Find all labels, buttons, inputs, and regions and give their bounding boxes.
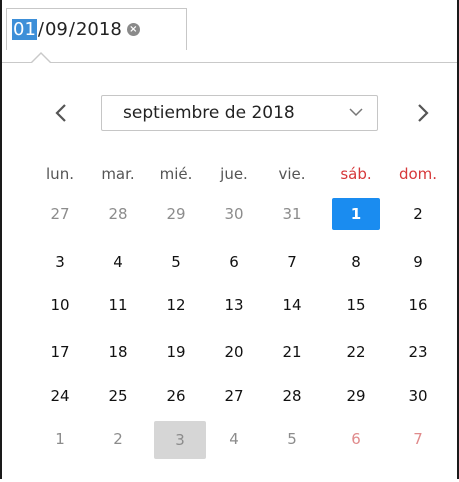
date-input[interactable]: 01 / 09 / 2018 × <box>6 8 187 50</box>
calendar-day[interactable]: 21 <box>268 336 316 368</box>
calendar-day[interactable]: 19 <box>152 336 200 368</box>
calendar-day[interactable]: 20 <box>210 336 258 368</box>
date-year-segment[interactable]: 2018 <box>76 19 122 40</box>
calendar-day[interactable]: 5 <box>152 246 200 278</box>
chevron-down-icon <box>349 108 363 117</box>
calendar-day-selected[interactable]: 1 <box>332 198 380 230</box>
calendar-day[interactable]: 15 <box>332 289 380 321</box>
calendar-day[interactable]: 6 <box>332 423 380 455</box>
calendar-day[interactable]: 17 <box>36 336 84 368</box>
weekday-header: mié. <box>159 165 193 183</box>
calendar-day[interactable]: 3 <box>36 246 84 278</box>
calendar-day[interactable]: 18 <box>94 336 142 368</box>
month-year-select[interactable]: septiembre de 2018 <box>101 95 378 131</box>
calendar-day[interactable]: 1 <box>36 423 84 455</box>
calendar-day[interactable]: 4 <box>94 246 142 278</box>
calendar-day[interactable]: 6 <box>210 246 258 278</box>
next-month-button[interactable] <box>408 96 438 130</box>
date-separator: / <box>37 19 44 40</box>
calendar-day[interactable]: 9 <box>394 246 442 278</box>
calendar-day[interactable]: 7 <box>268 246 316 278</box>
calendar-day[interactable]: 22 <box>332 336 380 368</box>
calendar-day[interactable]: 16 <box>394 289 442 321</box>
calendar-day[interactable]: 14 <box>268 289 316 321</box>
calendar-day[interactable]: 25 <box>94 380 142 412</box>
calendar-day[interactable]: 28 <box>268 380 316 412</box>
popup-arrow-inner <box>31 54 51 64</box>
weekday-header: lun. <box>46 165 74 183</box>
calendar-day[interactable]: 27 <box>210 380 258 412</box>
calendar-day[interactable]: 30 <box>394 380 442 412</box>
date-day-segment[interactable]: 01 <box>12 19 37 40</box>
weekday-header: jue. <box>220 165 248 183</box>
weekday-header: vie. <box>278 165 306 183</box>
calendar-day[interactable]: 5 <box>268 423 316 455</box>
weekday-header: mar. <box>101 165 135 183</box>
calendar-day[interactable]: 29 <box>152 198 200 230</box>
calendar-day[interactable]: 28 <box>94 198 142 230</box>
previous-month-button[interactable] <box>46 96 76 130</box>
calendar-day[interactable]: 31 <box>268 198 316 230</box>
calendar-day[interactable]: 29 <box>332 380 380 412</box>
calendar-day-today[interactable]: 3 <box>154 421 206 459</box>
calendar-day[interactable]: 30 <box>210 198 258 230</box>
calendar-day[interactable]: 12 <box>152 289 200 321</box>
calendar-day[interactable]: 11 <box>94 289 142 321</box>
calendar-day[interactable]: 2 <box>94 423 142 455</box>
calendar-day[interactable]: 13 <box>210 289 258 321</box>
calendar-day[interactable]: 8 <box>332 246 380 278</box>
calendar-day[interactable]: 10 <box>36 289 84 321</box>
calendar-day[interactable]: 27 <box>36 198 84 230</box>
calendar-day[interactable]: 26 <box>152 380 200 412</box>
calendar-day[interactable]: 4 <box>210 423 258 455</box>
weekday-header: dom. <box>398 165 438 183</box>
calendar-day[interactable]: 2 <box>394 198 442 230</box>
month-year-label: septiembre de 2018 <box>123 103 295 123</box>
clear-icon[interactable]: × <box>126 23 140 36</box>
calendar-day[interactable]: 23 <box>394 336 442 368</box>
chevron-right-icon <box>418 104 429 122</box>
date-separator: / <box>68 19 75 40</box>
date-month-segment[interactable]: 09 <box>45 19 68 40</box>
chevron-left-icon <box>55 104 66 122</box>
weekday-header: sáb. <box>340 165 372 183</box>
calendar-day[interactable]: 7 <box>394 423 442 455</box>
calendar-day[interactable]: 24 <box>36 380 84 412</box>
